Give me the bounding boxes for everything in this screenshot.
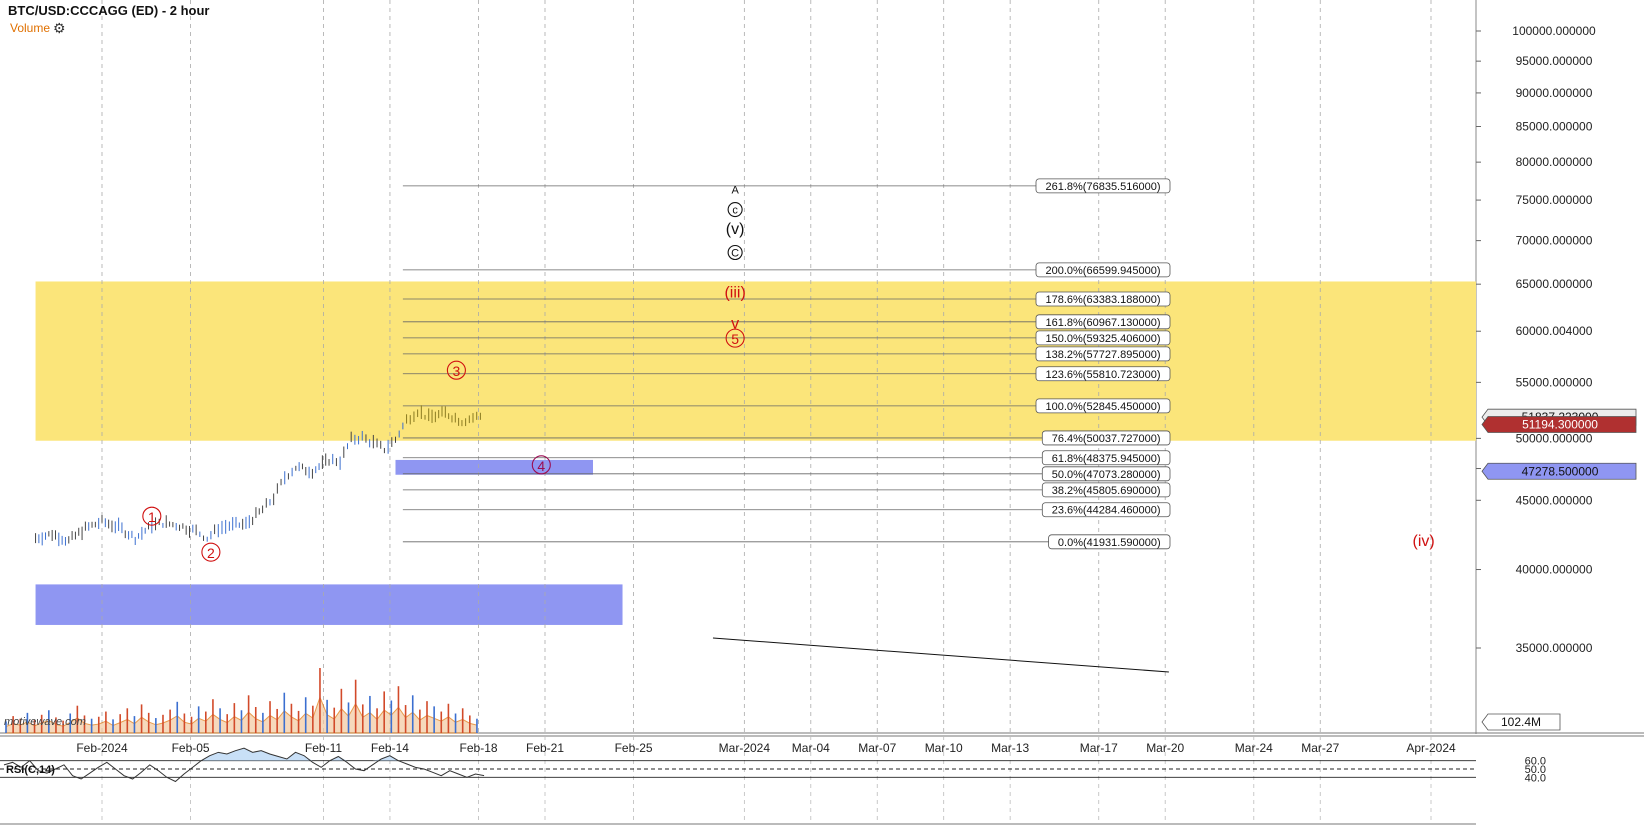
wave-label-v: (v) [726, 221, 745, 238]
y-tick-label: 85000.000000 [1516, 120, 1593, 134]
wave-label-text: A [731, 184, 739, 196]
y-tick-label: 50000.000000 [1516, 431, 1593, 445]
fib-tag-label: 123.6%(55810.723000) [1046, 369, 1161, 381]
x-tick-label: Mar-17 [1080, 741, 1118, 755]
x-tick-label: Mar-07 [858, 741, 896, 755]
x-tick-label: Feb-2024 [76, 741, 128, 755]
fib-level-tag: 200.0%(66599.945000) [1035, 262, 1171, 278]
price-box-target: 47278.500000 [1481, 462, 1637, 480]
fib-tag-label: 76.4%(50037.727000) [1052, 433, 1161, 445]
fib-tag-label: 38.2%(45805.690000) [1052, 485, 1161, 497]
x-tick-label: Mar-2024 [719, 741, 771, 755]
fib-level-tag: 0.0%(41931.590000) [1048, 534, 1171, 550]
chart-title: BTC/USD:CCCAGG (ED) - 2 hour [8, 3, 210, 18]
volume-last-label: 102.4M [1501, 715, 1541, 729]
fib-tag-label: 178.6%(63383.188000) [1046, 294, 1161, 306]
rsi-level-label: 40.0 [1525, 772, 1546, 784]
fib-level-tag: 161.8%(60967.130000) [1035, 314, 1171, 330]
fib-tag-label: 261.8%(76835.516000) [1046, 181, 1161, 193]
blue-support-zone [35, 584, 623, 625]
fib-level-tag: 23.6%(44284.460000) [1041, 502, 1171, 518]
wave-label-text: 5 [731, 331, 739, 347]
x-tick-label: Mar-24 [1235, 741, 1273, 755]
y-tick-label: 35000.000000 [1516, 641, 1593, 655]
y-tick-label: 70000.000000 [1516, 234, 1593, 248]
fib-level-tag: 150.0%(59325.406000) [1035, 330, 1171, 346]
wave-label-text: (iv) [1413, 533, 1435, 550]
wave-label-text: v [731, 315, 739, 332]
volume-last-box: 102.4M [1481, 713, 1561, 731]
fib-tag-label: 150.0%(59325.406000) [1046, 333, 1161, 345]
fib-level-tag: 100.0%(52845.450000) [1035, 398, 1171, 414]
fib-tag-label: 161.8%(60967.130000) [1046, 317, 1161, 329]
y-tick-label: 75000.000000 [1516, 193, 1593, 207]
fib-tag-label: 138.2%(57727.895000) [1046, 349, 1161, 361]
price-box-prev: 51194.300000 [1481, 416, 1637, 433]
fib-tag-label: 23.6%(44284.460000) [1052, 505, 1161, 517]
price-box-label: 47278.500000 [1522, 464, 1599, 478]
wave-label-text: (v) [726, 221, 745, 238]
y-tick-label: 65000.000000 [1516, 277, 1593, 291]
price-box-label: 51194.300000 [1522, 418, 1598, 432]
x-tick-label: Feb-14 [371, 741, 409, 755]
fib-tag-label: 200.0%(66599.945000) [1046, 265, 1161, 277]
fib-level-tag: 61.8%(48375.945000) [1041, 450, 1171, 466]
y-tick-label: 60000.004000 [1516, 324, 1593, 338]
wave-label-A: A [731, 184, 739, 196]
fib-level-tag: 38.2%(45805.690000) [1041, 482, 1171, 498]
x-tick-label: Feb-11 [305, 741, 342, 755]
price-chart[interactable]: Feb-2024 Feb-05 Feb-11 Feb-14 Feb-18 Feb-21 Fe… [0, 0, 1644, 825]
fib-level-tag: 138.2%(57727.895000) [1035, 346, 1171, 362]
fib-tag-label: 0.0%(41931.590000) [1058, 537, 1161, 549]
fib-level-tag: 123.6%(55810.723000) [1035, 366, 1171, 382]
fib-tag-label: 100.0%(52845.450000) [1046, 401, 1161, 413]
wave-label-text: (iii) [724, 284, 745, 301]
x-tick-label: Feb-05 [172, 741, 210, 755]
fib-tag-label: 61.8%(48375.945000) [1052, 453, 1161, 465]
blue-wave4-zone [395, 459, 593, 475]
wave-label-text: 3 [453, 363, 461, 379]
volume-indicator-label[interactable]: Volume [10, 21, 50, 35]
x-tick-label: Feb-21 [526, 741, 564, 755]
y-tick-label: 40000.000000 [1516, 563, 1593, 577]
wave-label-v: v [731, 315, 739, 332]
wave-label-text: 4 [537, 458, 545, 474]
x-tick-label: Apr-2024 [1406, 741, 1456, 755]
gear-icon[interactable]: ⚙ [53, 20, 66, 37]
x-tick-label: Mar-13 [991, 741, 1029, 755]
y-tick-label: 100000.000000 [1512, 24, 1596, 38]
fib-level-tag: 261.8%(76835.516000) [1035, 178, 1171, 194]
x-tick-label: Mar-10 [925, 741, 963, 755]
fib-tag-label: 50.0%(47073.280000) [1052, 469, 1161, 481]
x-tick-label: Feb-18 [460, 741, 498, 755]
y-tick-label: 80000.000000 [1516, 155, 1593, 169]
wave-label-text: 2 [207, 545, 215, 561]
watermark: motivewave.com [4, 716, 86, 728]
x-tick-label: Feb-25 [615, 741, 653, 755]
wave-label-text: 1 [148, 509, 156, 525]
fib-level-tag: 50.0%(47073.280000) [1041, 466, 1171, 482]
wave-label-text: c [732, 205, 738, 217]
wave-label-text: C [731, 247, 739, 259]
fib-level-tag: 76.4%(50037.727000) [1041, 430, 1171, 446]
fib-level-tag: 178.6%(63383.188000) [1035, 291, 1171, 307]
x-tick-label: Mar-20 [1146, 741, 1184, 755]
y-tick-label: 55000.000000 [1516, 375, 1593, 389]
x-tick-label: Mar-27 [1301, 741, 1339, 755]
y-tick-label: 45000.000000 [1516, 493, 1593, 507]
y-tick-label: 95000.000000 [1516, 54, 1593, 68]
yellow-target-zone [35, 281, 1476, 441]
rsi-label: RSI(C,14) [6, 764, 55, 776]
wave-label-iii: (iii) [724, 284, 745, 301]
y-tick-label: 90000.000000 [1516, 86, 1593, 100]
x-tick-label: Mar-04 [792, 741, 830, 755]
wave-label-iv: (iv) [1413, 533, 1435, 550]
